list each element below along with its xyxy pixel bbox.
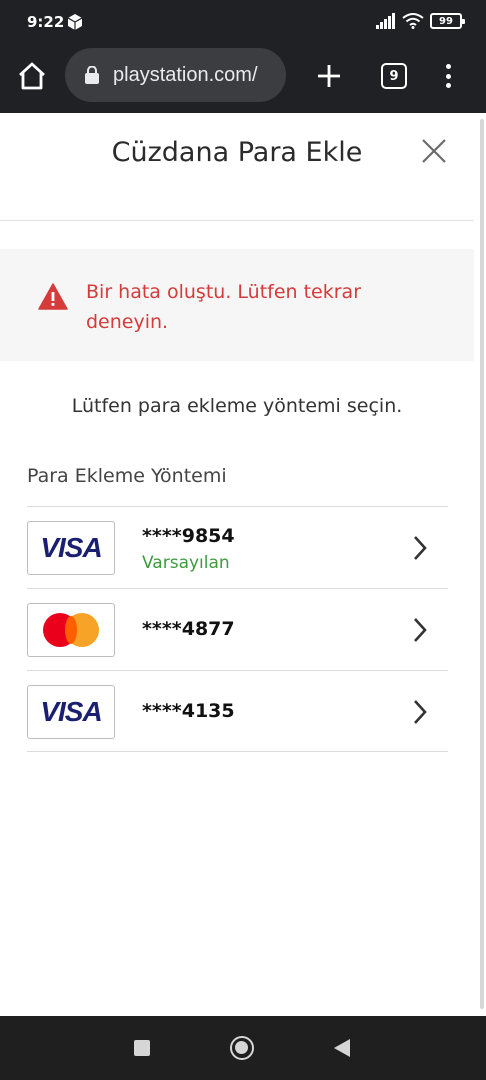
card-brand: VISA: [40, 532, 102, 563]
warning-icon: [38, 283, 68, 310]
card-brand: VISA: [40, 696, 102, 727]
back-icon[interactable]: [333, 1038, 351, 1058]
error-banner: Bir hata oluştu. Lütfen tekrar deneyin.: [0, 249, 474, 361]
chevron-right-icon: [414, 536, 427, 560]
visa-logo: VISA: [27, 521, 115, 575]
visa-logo: VISA: [27, 685, 115, 739]
home-icon[interactable]: [16, 60, 48, 92]
scrollbar[interactable]: [480, 119, 484, 1009]
payment-method-item[interactable]: VISA ****9854 Varsayılan: [27, 506, 448, 588]
lock-icon: [85, 66, 99, 84]
page-content: Cüzdana Para Ekle Bir hata oluştu. Lütfe…: [0, 113, 486, 1016]
chevron-right-icon: [414, 618, 427, 642]
instruction-text: Lütfen para ekleme yöntemi seçin.: [71, 395, 403, 417]
signal-icon: [376, 13, 395, 29]
default-badge: Varsayılan: [142, 553, 230, 573]
tab-switcher-button[interactable]: 9: [381, 63, 407, 89]
more-menu-icon[interactable]: [440, 61, 456, 91]
chevron-right-icon: [414, 700, 427, 724]
dialog-header: Cüzdana Para Ekle: [0, 113, 474, 221]
payment-method-list: VISA ****9854 Varsayılan ****4877 VISA *…: [27, 506, 448, 752]
browser-toolbar: playstation.com/ 9: [0, 46, 486, 106]
tab-count: 9: [389, 68, 399, 84]
status-bar: 9:22 99: [0, 0, 486, 46]
recent-apps-icon[interactable]: [134, 1040, 150, 1056]
mastercard-logo: [27, 603, 115, 657]
wifi-icon: [402, 13, 424, 29]
url-text: playstation.com/: [113, 63, 258, 86]
notification-icon: [68, 14, 82, 30]
battery-icon: 99: [430, 13, 465, 29]
dialog-title: Cüzdana Para Ekle: [111, 137, 363, 168]
payment-method-item[interactable]: VISA ****4135: [27, 670, 448, 752]
status-time: 9:22: [27, 13, 65, 31]
payment-method-item[interactable]: ****4877: [27, 588, 448, 670]
close-icon[interactable]: [420, 137, 448, 165]
status-icons: 99: [376, 13, 465, 29]
section-label: Para Ekleme Yöntemi: [27, 465, 227, 487]
system-navigation-bar: [0, 1016, 486, 1080]
new-tab-icon[interactable]: [316, 63, 342, 89]
home-button-icon[interactable]: [230, 1036, 254, 1060]
mastercard-circles: [43, 613, 99, 647]
error-message: Bir hata oluştu. Lütfen tekrar deneyin.: [86, 281, 362, 333]
battery-level: 99: [439, 15, 453, 27]
card-number: ****4877: [142, 618, 235, 640]
card-number: ****4135: [142, 700, 235, 722]
browser-chrome: 9:22 99 playstation.com/ 9: [0, 0, 486, 113]
card-number: ****9854: [142, 525, 235, 547]
url-bar[interactable]: playstation.com/: [65, 48, 286, 102]
